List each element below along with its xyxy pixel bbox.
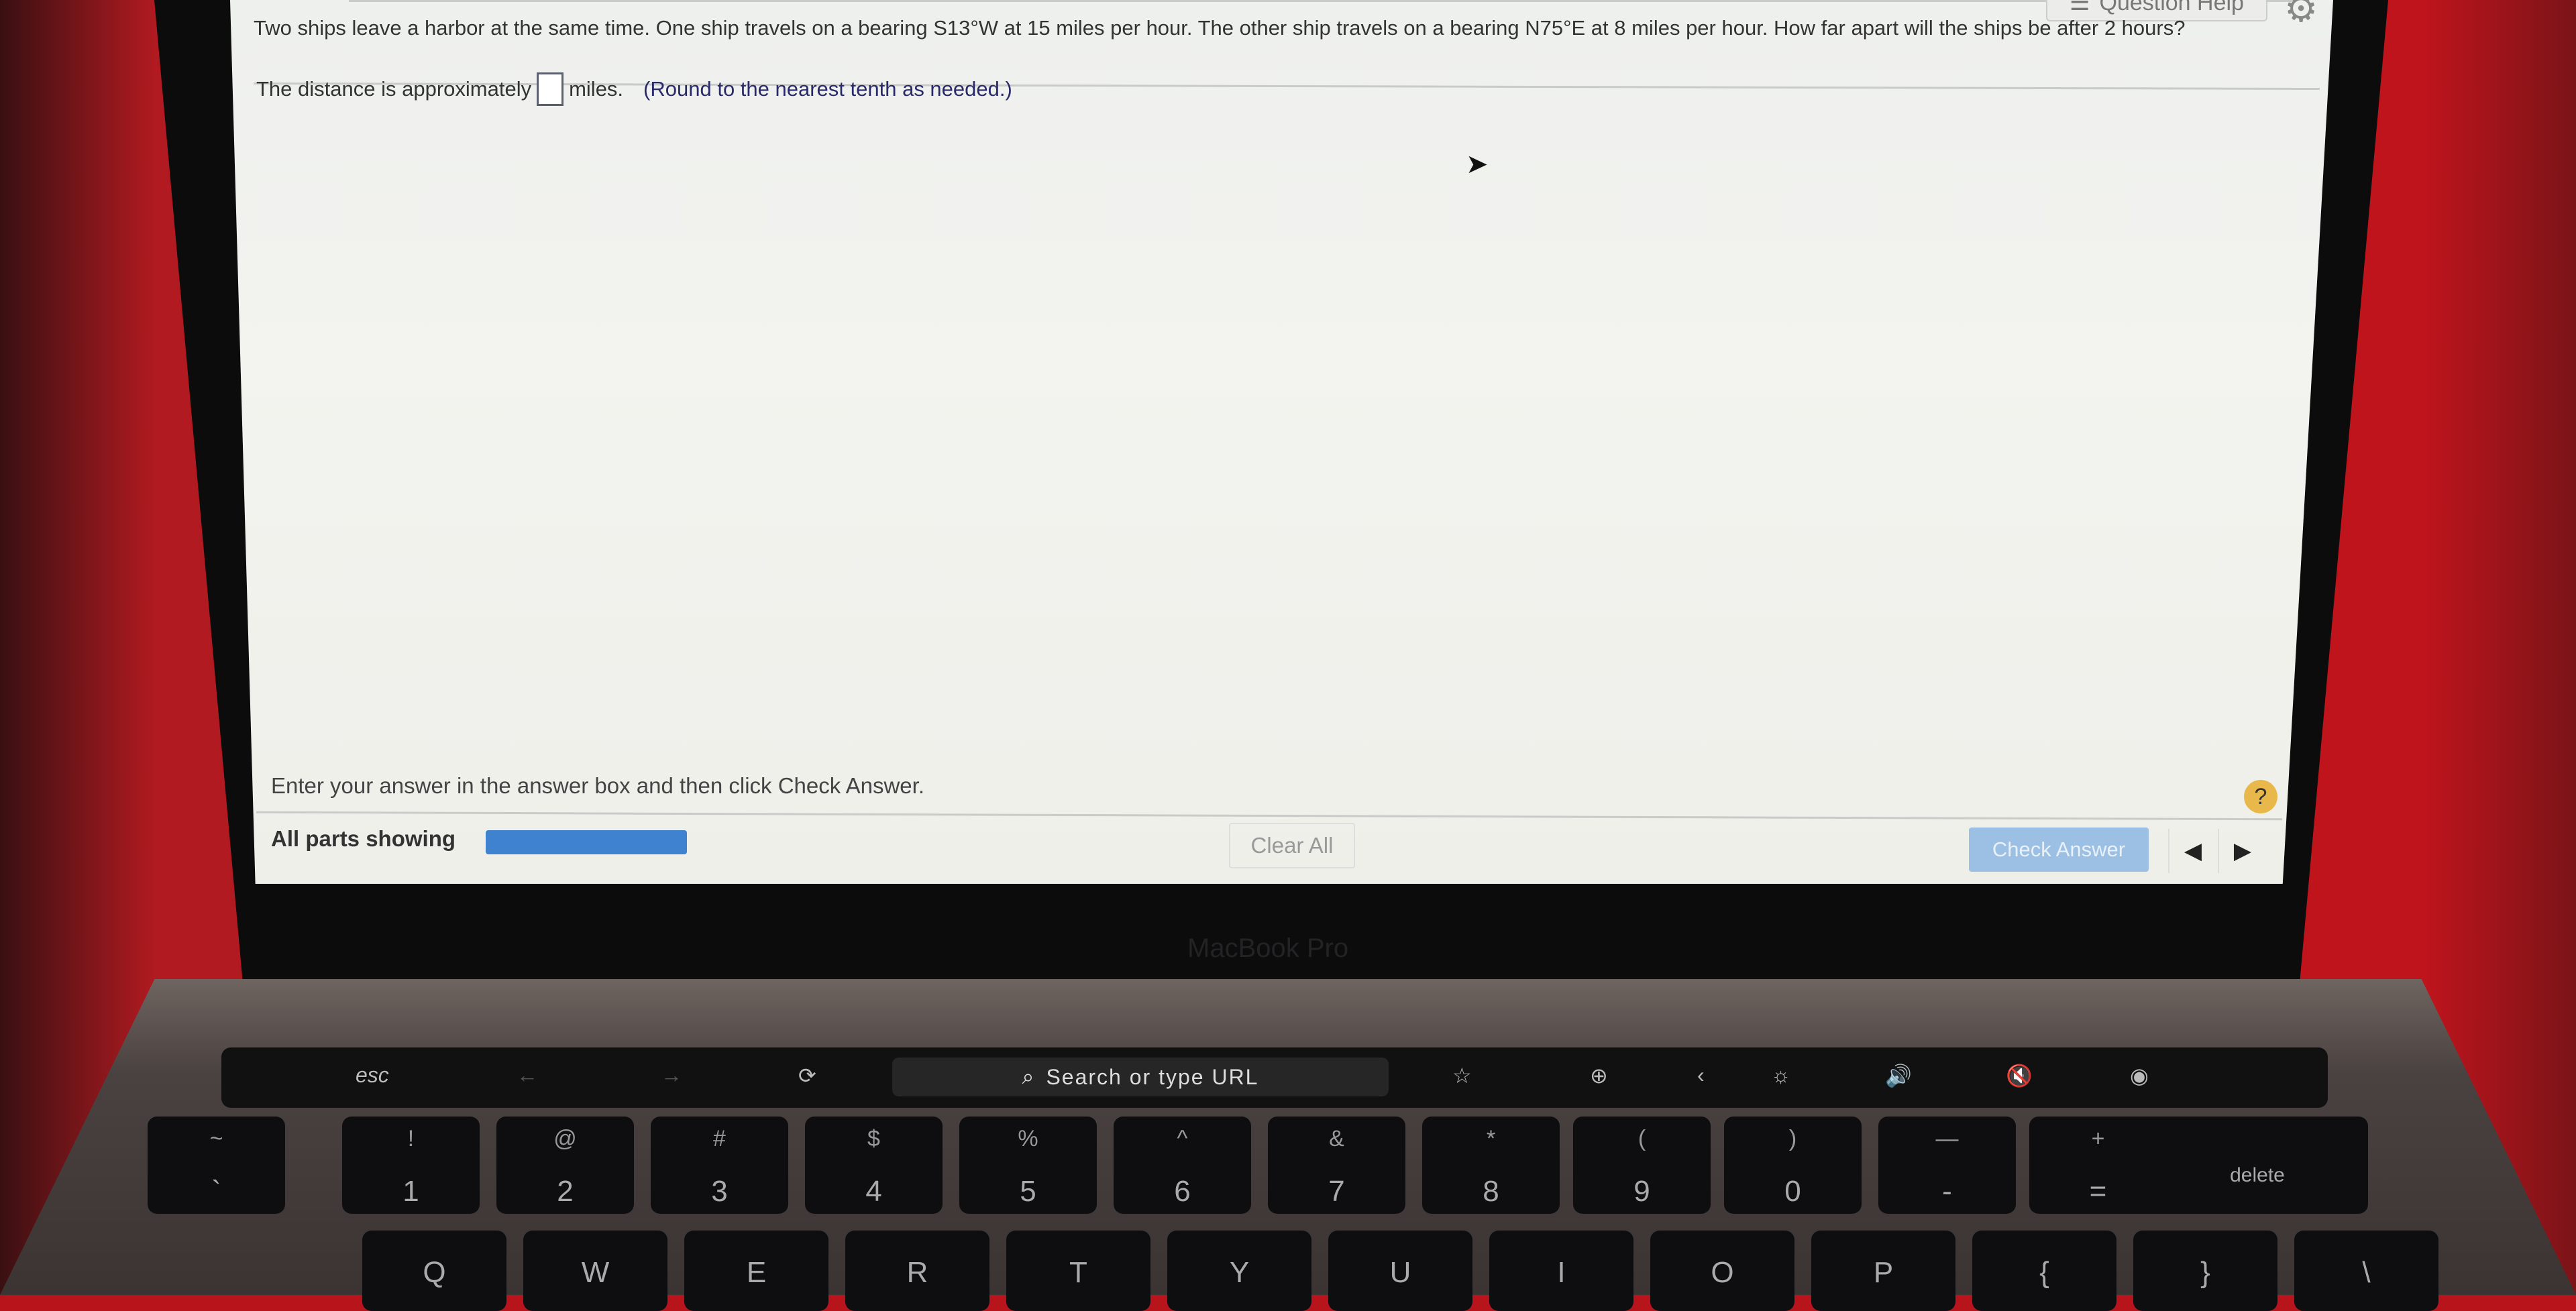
question-text: Two ships leave a harbor at the same tim… <box>254 16 2186 40</box>
key[interactable]: } <box>2133 1231 2277 1311</box>
key-label: I <box>1557 1256 1566 1289</box>
key[interactable]: T <box>1006 1231 1150 1311</box>
laptop-brand: MacBook Pro <box>1187 933 1349 963</box>
magnifier-icon: ⌕ <box>1022 1064 1036 1088</box>
key-label: R <box>906 1256 928 1289</box>
key-label: 0 <box>1784 1175 1801 1208</box>
key-label: 3 <box>711 1175 728 1208</box>
key[interactable]: I <box>1489 1231 1633 1311</box>
key-label: W <box>581 1256 610 1289</box>
key-shift-label: @ <box>553 1126 577 1151</box>
key-shift-label: ) <box>1788 1126 1797 1151</box>
key-label: \ <box>2362 1256 2371 1289</box>
key[interactable]: W <box>523 1231 667 1311</box>
key[interactable]: — - <box>1878 1117 2016 1214</box>
answer-hint: (Round to the nearest tenth as needed.) <box>643 77 1012 101</box>
key[interactable]: delete <box>2147 1117 2368 1214</box>
reload-icon[interactable]: ⟳ <box>798 1063 816 1088</box>
key[interactable]: Y <box>1167 1231 1311 1311</box>
key-label: T <box>1069 1256 1087 1289</box>
key-label: Q <box>423 1256 446 1289</box>
mute-icon[interactable]: 🔇 <box>2006 1063 2033 1088</box>
key-label: ` <box>211 1175 221 1208</box>
key-label: } <box>2200 1256 2210 1289</box>
key-shift-label: & <box>1329 1126 1344 1151</box>
key-label: O <box>1711 1256 1734 1289</box>
key-label: 6 <box>1174 1175 1191 1208</box>
key-label: 2 <box>557 1175 574 1208</box>
key[interactable]: \ <box>2294 1231 2438 1311</box>
key[interactable]: @2 <box>496 1117 634 1214</box>
key-shift-label: ( <box>1638 1126 1646 1151</box>
key[interactable]: P <box>1811 1231 1955 1311</box>
key[interactable]: O <box>1650 1231 1794 1311</box>
key[interactable]: * 8 <box>1422 1117 1560 1214</box>
key[interactable]: ~ ` <box>148 1117 285 1214</box>
parts-label: All parts showing <box>271 826 456 851</box>
key-shift-label: ~ <box>209 1126 223 1151</box>
key-label: 4 <box>865 1175 882 1208</box>
key-label: 5 <box>1020 1175 1036 1208</box>
key-label: delete <box>2230 1164 2285 1186</box>
mouse-cursor-icon: ➤ <box>1466 150 1489 179</box>
answer-line: The distance is approximately miles. (Ro… <box>256 72 1012 106</box>
brightness-icon[interactable]: ☼ <box>1771 1063 1790 1088</box>
key-label: { <box>2039 1256 2049 1289</box>
check-answer-button[interactable]: Check Answer <box>1969 828 2149 872</box>
key-label: 9 <box>1633 1175 1650 1208</box>
key[interactable]: #3 <box>651 1117 788 1214</box>
gear-icon[interactable]: ⚙ <box>2284 0 2318 31</box>
next-button[interactable]: ▶ <box>2218 829 2266 873</box>
key[interactable]: ! 1 <box>342 1117 480 1214</box>
siri-icon[interactable]: ◉ <box>2130 1063 2149 1088</box>
bookmark-star-icon[interactable]: ☆ <box>1452 1063 1472 1088</box>
progress-bar <box>486 830 687 854</box>
key-shift-label: ^ <box>1177 1126 1188 1151</box>
clear-all-button[interactable]: Clear All <box>1229 823 1355 868</box>
key-label: - <box>1942 1175 1952 1208</box>
previous-button[interactable]: ◀ <box>2168 829 2216 873</box>
key[interactable]: & 7 <box>1268 1117 1405 1214</box>
key[interactable]: ^ 6 <box>1114 1117 1251 1214</box>
esc-key[interactable]: esc <box>356 1063 389 1088</box>
key-shift-label: $ <box>867 1126 880 1151</box>
key-label: U <box>1389 1256 1411 1289</box>
key-shift-label: * <box>1486 1126 1496 1151</box>
back-arrow-icon[interactable]: ← <box>517 1063 538 1088</box>
divider <box>349 0 2294 2</box>
forward-arrow-icon[interactable]: → <box>661 1063 682 1088</box>
key-shift-label: # <box>713 1126 726 1151</box>
key-shift-label: — <box>1935 1126 1959 1151</box>
touchbar-search[interactable]: ⌕ Search or type URL <box>892 1058 1389 1096</box>
screen <box>230 0 2333 884</box>
instruction-text: Enter your answer in the answer box and … <box>271 773 924 798</box>
key-label: 1 <box>402 1175 419 1208</box>
key[interactable]: $4 <box>805 1117 943 1214</box>
key[interactable]: E <box>684 1231 828 1311</box>
key[interactable]: U <box>1328 1231 1472 1311</box>
key-shift-label: ! <box>407 1126 415 1151</box>
key-label: 7 <box>1328 1175 1345 1208</box>
answer-prefix: The distance is approximately <box>256 77 532 101</box>
key[interactable]: % 5 <box>959 1117 1097 1214</box>
key-label: E <box>746 1256 767 1289</box>
help-button[interactable]: ? <box>2244 780 2277 813</box>
key-shift-label: % <box>1018 1126 1038 1151</box>
key-label: Y <box>1229 1256 1250 1289</box>
key[interactable]: R <box>845 1231 989 1311</box>
key-label: P <box>1873 1256 1894 1289</box>
key[interactable]: Q <box>362 1231 506 1311</box>
collapse-chevron-icon[interactable]: ‹ <box>1697 1063 1705 1088</box>
answer-suffix: miles. <box>569 77 624 101</box>
key-label: 8 <box>1483 1175 1499 1208</box>
list-icon: ☰ <box>2070 0 2090 15</box>
key[interactable]: { <box>1972 1231 2116 1311</box>
volume-icon[interactable]: 🔊 <box>1885 1063 1912 1088</box>
answer-input[interactable] <box>537 72 564 106</box>
new-tab-icon[interactable]: ⊕ <box>1590 1063 1608 1088</box>
key[interactable]: (9 <box>1573 1117 1711 1214</box>
key[interactable]: ) 0 <box>1724 1117 1862 1214</box>
